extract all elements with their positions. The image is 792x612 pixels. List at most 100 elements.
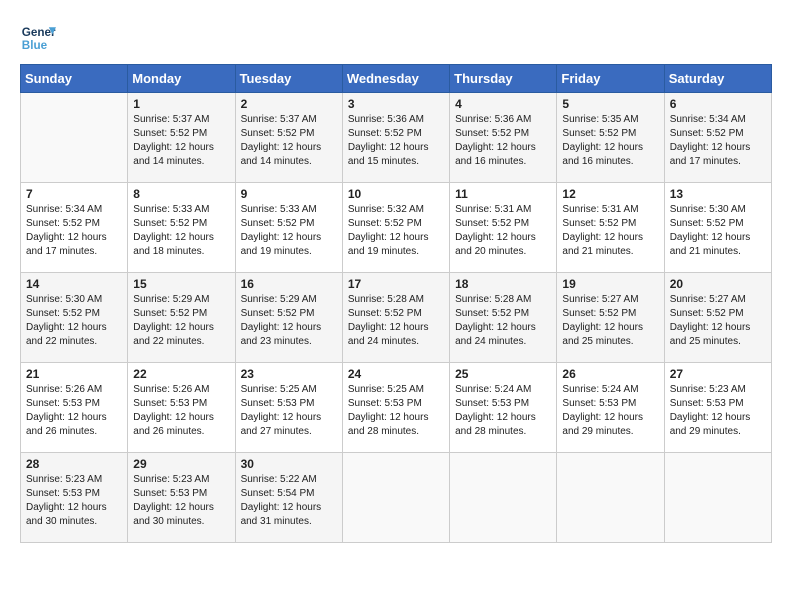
calendar-cell: 29 Sunrise: 5:23 AMSunset: 5:53 PMDayligh… [128,453,235,543]
day-details: Sunrise: 5:31 AMSunset: 5:52 PMDaylight:… [455,203,551,259]
calendar-cell: 8Sunrise: 5:33 AMSunset: 5:52 PMDaylight… [128,183,235,273]
calendar-cell [342,453,449,543]
calendar-cell: 4 Sunrise: 5:36 AMSunset: 5:52 PMDaylight… [450,93,557,183]
weekday-header: Monday [128,65,235,93]
day-details: Sunrise: 5:27 AMSunset: 5:52 PMDaylight:… [670,293,766,349]
day-number: 13 [670,187,766,201]
calendar-week-row: 21 Sunrise: 5:26 AMSunset: 5:53 PMDayligh… [21,363,772,453]
calendar-cell: 12 Sunrise: 5:31 AMSunset: 5:52 PMDayligh… [557,183,664,273]
day-number: 20 [670,277,766,291]
calendar-week-row: 28Sunrise: 5:23 AMSunset: 5:53 PMDayligh… [21,453,772,543]
day-details: Sunrise: 5:29 AMSunset: 5:52 PMDaylight:… [133,293,229,349]
day-number: 6 [670,97,766,111]
weekday-header: Wednesday [342,65,449,93]
logo-icon: General Blue [20,20,56,56]
calendar-cell: 19 Sunrise: 5:27 AMSunset: 5:52 PMDayligh… [557,273,664,363]
calendar-cell: 22Sunrise: 5:26 AMSunset: 5:53 PMDayligh… [128,363,235,453]
svg-text:Blue: Blue [22,39,48,52]
weekday-header-row: SundayMondayTuesdayWednesdayThursdayFrid… [21,65,772,93]
day-number: 25 [455,367,551,381]
day-number: 5 [562,97,658,111]
calendar-cell: 21 Sunrise: 5:26 AMSunset: 5:53 PMDayligh… [21,363,128,453]
day-number: 24 [348,367,444,381]
day-details: Sunrise: 5:25 AMSunset: 5:53 PMDaylight:… [348,383,444,439]
day-details: Sunrise: 5:37 AMSunset: 5:52 PMDaylight:… [241,113,337,169]
day-number: 29 [133,457,229,471]
day-details: Sunrise: 5:36 AMSunset: 5:52 PMDaylight:… [455,113,551,169]
day-details: Sunrise: 5:23 AMSunset: 5:53 PMDaylight:… [670,383,766,439]
day-details: Sunrise: 5:28 AMSunset: 5:52 PMDaylight:… [455,293,551,349]
calendar-cell: 26 Sunrise: 5:24 AMSunset: 5:53 PMDayligh… [557,363,664,453]
calendar-cell: 9 Sunrise: 5:33 AMSunset: 5:52 PMDaylight… [235,183,342,273]
day-details: Sunrise: 5:30 AMSunset: 5:52 PMDaylight:… [26,293,122,349]
calendar-cell: 18 Sunrise: 5:28 AMSunset: 5:52 PMDayligh… [450,273,557,363]
day-details: Sunrise: 5:24 AMSunset: 5:53 PMDaylight:… [455,383,551,439]
day-number: 3 [348,97,444,111]
day-details: Sunrise: 5:24 AMSunset: 5:53 PMDaylight:… [562,383,658,439]
calendar-cell: 24 Sunrise: 5:25 AMSunset: 5:53 PMDayligh… [342,363,449,453]
calendar-cell: 14Sunrise: 5:30 AMSunset: 5:52 PMDayligh… [21,273,128,363]
day-number: 17 [348,277,444,291]
calendar-cell: 25 Sunrise: 5:24 AMSunset: 5:53 PMDayligh… [450,363,557,453]
calendar-cell: 10Sunrise: 5:32 AMSunset: 5:52 PMDayligh… [342,183,449,273]
day-number: 9 [241,187,337,201]
day-details: Sunrise: 5:22 AMSunset: 5:54 PMDaylight:… [241,473,337,529]
calendar-cell: 5 Sunrise: 5:35 AMSunset: 5:52 PMDaylight… [557,93,664,183]
calendar-cell: 3 Sunrise: 5:36 AMSunset: 5:52 PMDaylight… [342,93,449,183]
calendar-cell: 15 Sunrise: 5:29 AMSunset: 5:52 PMDayligh… [128,273,235,363]
day-number: 15 [133,277,229,291]
day-details: Sunrise: 5:29 AMSunset: 5:52 PMDaylight:… [241,293,337,349]
calendar-cell: 23 Sunrise: 5:25 AMSunset: 5:53 PMDayligh… [235,363,342,453]
day-details: Sunrise: 5:28 AMSunset: 5:52 PMDaylight:… [348,293,444,349]
day-number: 8 [133,187,229,201]
logo: General Blue [20,20,60,56]
weekday-header: Friday [557,65,664,93]
day-details: Sunrise: 5:26 AMSunset: 5:53 PMDaylight:… [26,383,122,439]
calendar-cell: 28Sunrise: 5:23 AMSunset: 5:53 PMDayligh… [21,453,128,543]
day-number: 21 [26,367,122,381]
calendar-cell: 13 Sunrise: 5:30 AMSunset: 5:52 PMDayligh… [664,183,771,273]
calendar-cell: 2 Sunrise: 5:37 AMSunset: 5:52 PMDaylight… [235,93,342,183]
day-details: Sunrise: 5:37 AMSunset: 5:52 PMDaylight:… [133,113,229,169]
day-details: Sunrise: 5:35 AMSunset: 5:52 PMDaylight:… [562,113,658,169]
header: General Blue [20,20,772,56]
calendar-cell: 11 Sunrise: 5:31 AMSunset: 5:52 PMDayligh… [450,183,557,273]
day-details: Sunrise: 5:25 AMSunset: 5:53 PMDaylight:… [241,383,337,439]
calendar-cell: 1 Sunrise: 5:37 AMSunset: 5:52 PMDaylight… [128,93,235,183]
day-details: Sunrise: 5:23 AMSunset: 5:53 PMDaylight:… [133,473,229,529]
calendar-cell: 17 Sunrise: 5:28 AMSunset: 5:52 PMDayligh… [342,273,449,363]
calendar-week-row: 1 Sunrise: 5:37 AMSunset: 5:52 PMDaylight… [21,93,772,183]
day-number: 18 [455,277,551,291]
day-number: 4 [455,97,551,111]
day-details: Sunrise: 5:32 AMSunset: 5:52 PMDaylight:… [348,203,444,259]
calendar-cell: 27Sunrise: 5:23 AMSunset: 5:53 PMDayligh… [664,363,771,453]
day-number: 7 [26,187,122,201]
day-number: 23 [241,367,337,381]
day-details: Sunrise: 5:27 AMSunset: 5:52 PMDaylight:… [562,293,658,349]
day-number: 12 [562,187,658,201]
day-number: 11 [455,187,551,201]
day-details: Sunrise: 5:30 AMSunset: 5:52 PMDaylight:… [670,203,766,259]
calendar-cell [21,93,128,183]
calendar-cell: 30Sunrise: 5:22 AMSunset: 5:54 PMDayligh… [235,453,342,543]
calendar-cell [450,453,557,543]
calendar-week-row: 7 Sunrise: 5:34 AMSunset: 5:52 PMDaylight… [21,183,772,273]
day-number: 2 [241,97,337,111]
calendar-cell: 16Sunrise: 5:29 AMSunset: 5:52 PMDayligh… [235,273,342,363]
calendar-cell: 6 Sunrise: 5:34 AMSunset: 5:52 PMDaylight… [664,93,771,183]
calendar-cell [557,453,664,543]
day-details: Sunrise: 5:36 AMSunset: 5:52 PMDaylight:… [348,113,444,169]
calendar-cell: 20 Sunrise: 5:27 AMSunset: 5:52 PMDayligh… [664,273,771,363]
calendar-cell [664,453,771,543]
day-details: Sunrise: 5:31 AMSunset: 5:52 PMDaylight:… [562,203,658,259]
calendar-week-row: 14Sunrise: 5:30 AMSunset: 5:52 PMDayligh… [21,273,772,363]
weekday-header: Sunday [21,65,128,93]
day-details: Sunrise: 5:34 AMSunset: 5:52 PMDaylight:… [26,203,122,259]
day-details: Sunrise: 5:26 AMSunset: 5:53 PMDaylight:… [133,383,229,439]
day-number: 1 [133,97,229,111]
day-details: Sunrise: 5:34 AMSunset: 5:52 PMDaylight:… [670,113,766,169]
day-details: Sunrise: 5:33 AMSunset: 5:52 PMDaylight:… [241,203,337,259]
calendar-cell: 7 Sunrise: 5:34 AMSunset: 5:52 PMDaylight… [21,183,128,273]
day-number: 26 [562,367,658,381]
day-number: 19 [562,277,658,291]
